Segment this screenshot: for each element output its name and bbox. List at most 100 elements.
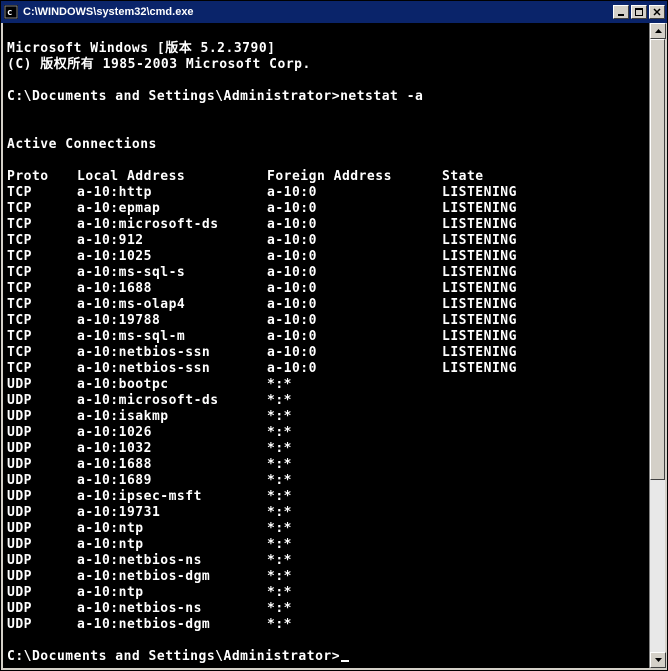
cell-foreign: *:* — [267, 617, 442, 633]
title-bar[interactable]: c C:\WINDOWS\system32\cmd.exe — [1, 1, 667, 23]
cell-state: LISTENING — [442, 249, 517, 265]
cell-foreign: *:* — [267, 553, 442, 569]
cursor — [341, 660, 349, 662]
maximize-button[interactable] — [631, 5, 647, 19]
connection-row: TCPa-10:microsoft-dsa-10:0LISTENING — [7, 217, 645, 233]
cell-local: a-10:912 — [77, 233, 267, 249]
connection-row: UDPa-10:1688*:* — [7, 457, 645, 473]
close-button[interactable] — [649, 5, 665, 19]
cell-foreign: a-10:0 — [267, 233, 442, 249]
prompt-path: C:\Documents and Settings\Administrator> — [7, 89, 340, 104]
cell-proto: UDP — [7, 473, 77, 489]
connection-row: UDPa-10:microsoft-ds*:* — [7, 393, 645, 409]
cell-foreign: *:* — [267, 377, 442, 393]
app-icon: c — [3, 4, 19, 20]
banner-line1: Microsoft Windows [版本 5.2.3790] — [7, 41, 275, 56]
prompt-command: netstat -a — [340, 89, 423, 104]
minimize-button[interactable] — [613, 5, 629, 19]
cell-proto: UDP — [7, 601, 77, 617]
cell-proto: UDP — [7, 505, 77, 521]
connection-row: UDPa-10:netbios-ns*:* — [7, 553, 645, 569]
cell-proto: TCP — [7, 217, 77, 233]
cell-proto: UDP — [7, 393, 77, 409]
connection-row: UDPa-10:1689*:* — [7, 473, 645, 489]
connection-row: TCPa-10:ms-sql-ma-10:0LISTENING — [7, 329, 645, 345]
cell-proto: UDP — [7, 569, 77, 585]
cell-proto: TCP — [7, 345, 77, 361]
scroll-down-button[interactable] — [650, 652, 666, 668]
cell-state: LISTENING — [442, 233, 517, 249]
cell-local: a-10:ms-olap4 — [77, 297, 267, 313]
cell-state: LISTENING — [442, 297, 517, 313]
connection-row: UDPa-10:netbios-ns*:* — [7, 601, 645, 617]
cell-local: a-10:microsoft-ds — [77, 393, 267, 409]
cell-proto: UDP — [7, 377, 77, 393]
cell-proto: TCP — [7, 297, 77, 313]
cell-foreign: *:* — [267, 585, 442, 601]
cell-foreign: a-10:0 — [267, 281, 442, 297]
connection-row: UDPa-10:bootpc*:* — [7, 377, 645, 393]
cell-local: a-10:ms-sql-s — [77, 265, 267, 281]
connection-row: UDPa-10:1026*:* — [7, 425, 645, 441]
cell-local: a-10:19731 — [77, 505, 267, 521]
cell-state: LISTENING — [442, 217, 517, 233]
cell-proto: TCP — [7, 313, 77, 329]
cell-proto: UDP — [7, 585, 77, 601]
cell-proto: TCP — [7, 249, 77, 265]
cell-foreign: a-10:0 — [267, 185, 442, 201]
scroll-thumb[interactable] — [650, 39, 665, 480]
cell-foreign: a-10:0 — [267, 329, 442, 345]
scrollbar[interactable] — [649, 23, 665, 668]
connection-row: UDPa-10:19731*:* — [7, 505, 645, 521]
prompt2-path: C:\Documents and Settings\Administrator> — [7, 649, 340, 664]
cell-local: a-10:1026 — [77, 425, 267, 441]
connection-row: TCPa-10:ms-olap4a-10:0LISTENING — [7, 297, 645, 313]
cell-local: a-10:19788 — [77, 313, 267, 329]
cell-proto: TCP — [7, 185, 77, 201]
connection-row: TCPa-10:912a-10:0LISTENING — [7, 233, 645, 249]
connection-row: UDPa-10:netbios-dgm*:* — [7, 617, 645, 633]
cell-proto: UDP — [7, 553, 77, 569]
cell-local: a-10:ipsec-msft — [77, 489, 267, 505]
svg-text:c: c — [7, 8, 12, 18]
connection-row: UDPa-10:netbios-dgm*:* — [7, 569, 645, 585]
cell-foreign: *:* — [267, 569, 442, 585]
cell-local: a-10:bootpc — [77, 377, 267, 393]
cell-proto: TCP — [7, 265, 77, 281]
cell-proto: TCP — [7, 201, 77, 217]
cell-local: a-10:ms-sql-m — [77, 329, 267, 345]
cell-local: a-10:ntp — [77, 521, 267, 537]
window-buttons — [613, 5, 665, 19]
cell-local: a-10:epmap — [77, 201, 267, 217]
cell-local: a-10:netbios-dgm — [77, 617, 267, 633]
cell-foreign: a-10:0 — [267, 201, 442, 217]
connection-row: UDPa-10:1032*:* — [7, 441, 645, 457]
cell-foreign: *:* — [267, 537, 442, 553]
cell-local: a-10:1025 — [77, 249, 267, 265]
cell-proto: UDP — [7, 457, 77, 473]
scroll-track[interactable] — [650, 39, 665, 652]
connection-row: TCPa-10:19788a-10:0LISTENING — [7, 313, 645, 329]
cell-foreign: *:* — [267, 441, 442, 457]
console-output[interactable]: Microsoft Windows [版本 5.2.3790] (C) 版权所有… — [3, 23, 649, 668]
cell-foreign: *:* — [267, 425, 442, 441]
connection-row: TCPa-10:netbios-ssna-10:0LISTENING — [7, 345, 645, 361]
cell-proto: UDP — [7, 409, 77, 425]
cell-local: a-10:1032 — [77, 441, 267, 457]
scroll-up-button[interactable] — [650, 23, 666, 39]
banner-line2: (C) 版权所有 1985-2003 Microsoft Corp. — [7, 57, 311, 72]
header-foreign: Foreign Address — [267, 169, 442, 185]
cell-foreign: a-10:0 — [267, 265, 442, 281]
cell-proto: TCP — [7, 361, 77, 377]
cell-foreign: *:* — [267, 473, 442, 489]
cell-foreign: a-10:0 — [267, 297, 442, 313]
cell-proto: TCP — [7, 281, 77, 297]
cell-foreign: *:* — [267, 409, 442, 425]
connection-row: TCPa-10:ms-sql-sa-10:0LISTENING — [7, 265, 645, 281]
connection-row: UDPa-10:ipsec-msft*:* — [7, 489, 645, 505]
cell-foreign: *:* — [267, 601, 442, 617]
cell-proto: UDP — [7, 441, 77, 457]
cell-foreign: a-10:0 — [267, 313, 442, 329]
connection-row: UDPa-10:ntp*:* — [7, 585, 645, 601]
cmd-window: c C:\WINDOWS\system32\cmd.exe Microsoft … — [0, 0, 668, 671]
